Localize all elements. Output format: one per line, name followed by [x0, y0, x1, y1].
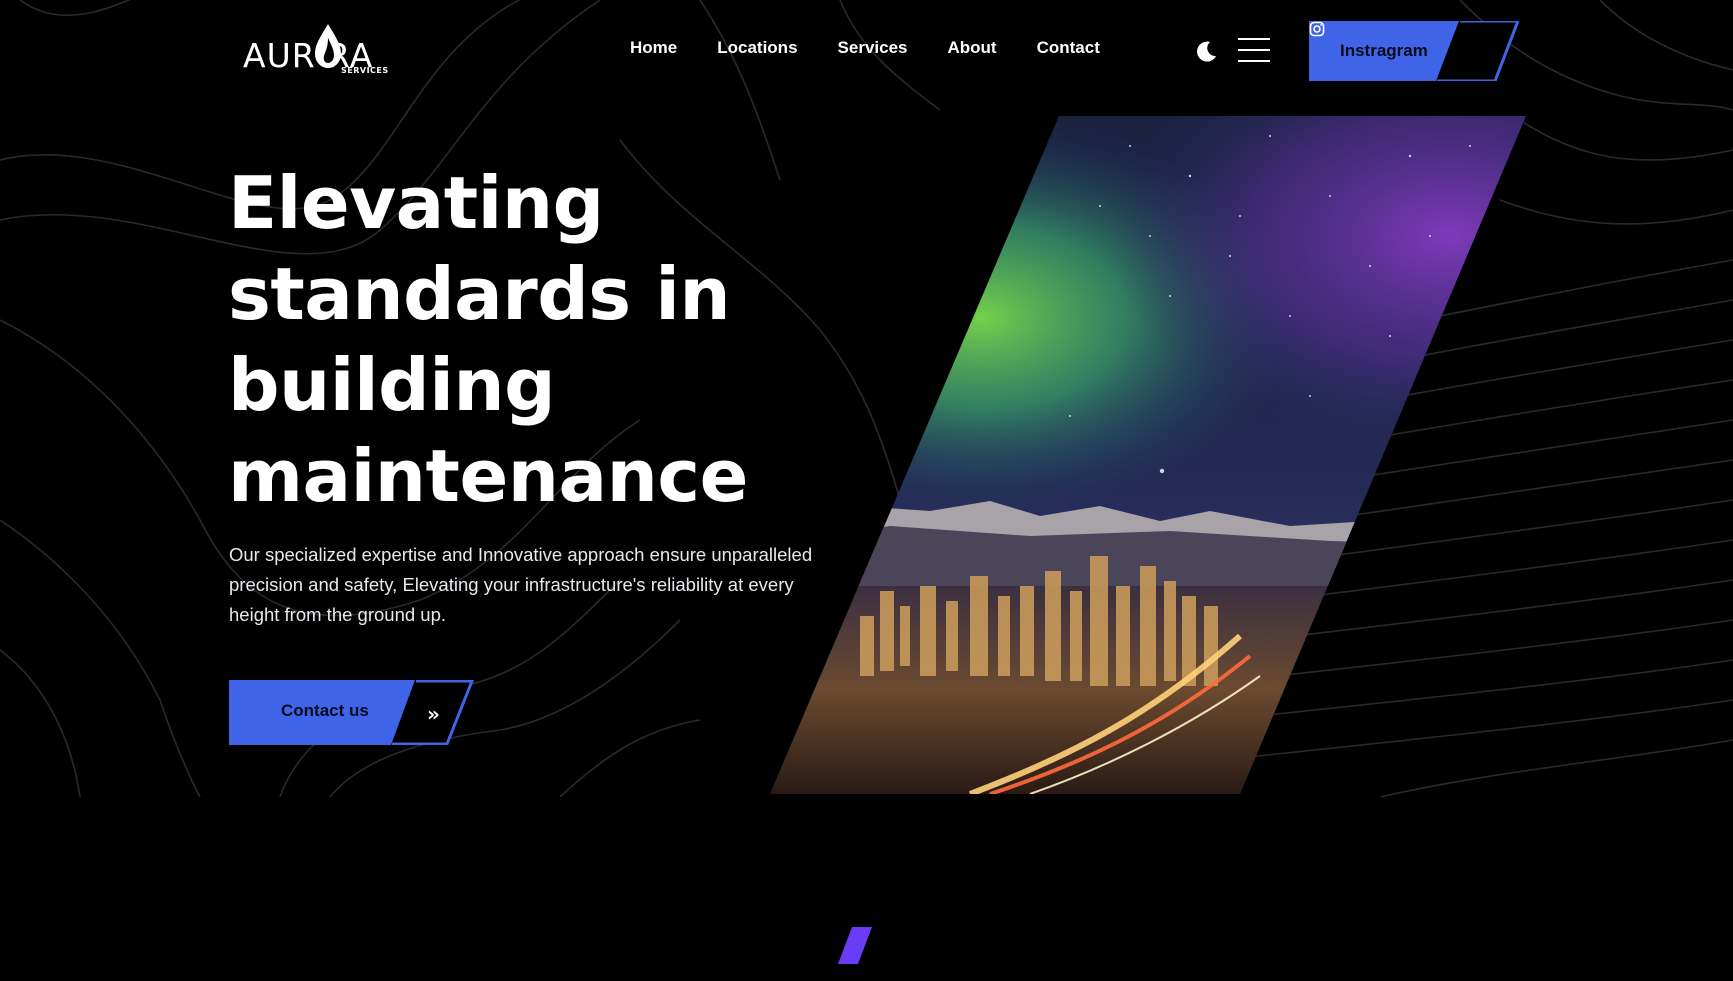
instagram-button-label: Instragram — [1340, 41, 1428, 60]
accent-slash-mark — [838, 927, 872, 964]
hero-title-line: standards in — [228, 252, 731, 336]
site-header: AUR RA SERVICES Home Locations Services … — [0, 0, 1733, 100]
instagram-button[interactable]: Instragram — [1309, 21, 1519, 81]
contact-us-button-label: Contact us — [281, 701, 369, 720]
nav-item-about[interactable]: About — [947, 38, 996, 58]
instagram-icon — [1309, 21, 1325, 37]
brand-logo[interactable]: AUR RA SERVICES — [243, 22, 393, 82]
nav-item-services[interactable]: Services — [838, 38, 908, 58]
moon-icon[interactable] — [1196, 40, 1218, 62]
menu-bar — [1238, 49, 1270, 51]
hero-title: Elevating standards in building maintena… — [228, 158, 828, 522]
hero-image-aurora-city — [770, 116, 1526, 794]
nav-item-home[interactable]: Home — [630, 38, 677, 58]
hero-title-line: maintenance — [228, 434, 748, 518]
hero-description: Our specialized expertise and Innovative… — [229, 544, 813, 625]
nav-item-locations[interactable]: Locations — [717, 38, 797, 58]
main-navigation: Home Locations Services About Contact — [630, 38, 1140, 58]
contact-us-button[interactable]: Contact us » — [229, 680, 474, 745]
menu-bar — [1238, 38, 1270, 40]
hero-title-line: building — [228, 343, 556, 427]
hero-title-line: Elevating — [228, 161, 604, 245]
menu-bar — [1238, 60, 1270, 62]
brand-logo-tagline: SERVICES — [341, 66, 389, 75]
nav-item-contact[interactable]: Contact — [1037, 38, 1100, 58]
double-chevron-right-icon: » — [427, 702, 440, 726]
hamburger-menu-icon[interactable] — [1238, 38, 1270, 64]
flame-drop-icon — [315, 24, 341, 68]
